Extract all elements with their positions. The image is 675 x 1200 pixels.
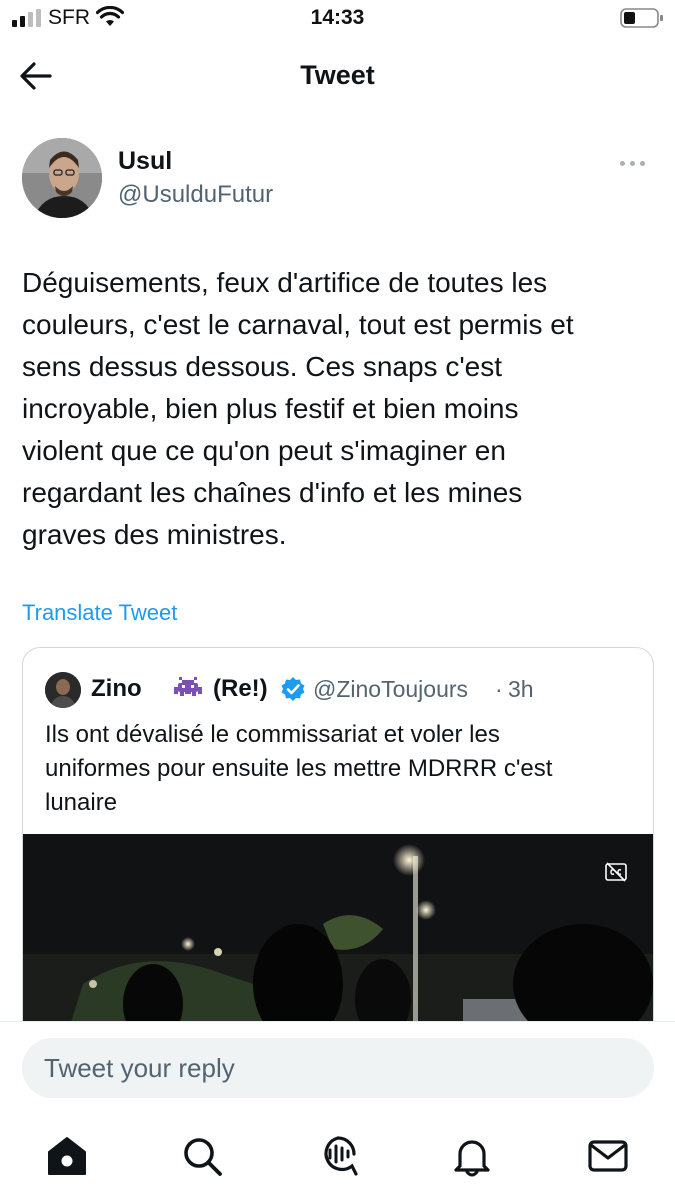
- page-title: Tweet: [300, 60, 375, 90]
- separator-dot: ·: [495, 676, 503, 702]
- quoted-avatar: [45, 672, 81, 708]
- top-navigation: Tweet: [0, 44, 675, 108]
- bottom-tab-bar: [0, 1122, 675, 1200]
- author-name[interactable]: Usul: [118, 147, 172, 176]
- author-handle[interactable]: @UsulduFutur: [118, 181, 273, 209]
- more-horizontal-icon: [640, 161, 645, 166]
- tweet-text: Déguisements, feux d'artifice de toutes …: [22, 262, 652, 556]
- notifications-icon: [454, 1140, 490, 1177]
- tweet-text-line: violent que ce qu'on peut s'imaginer en: [22, 435, 506, 466]
- tab-home[interactable]: [45, 1134, 89, 1178]
- quoted-avatar-image: [45, 672, 81, 708]
- tab-spaces[interactable]: [316, 1134, 360, 1178]
- status-bar: SFR 14:33: [0, 0, 675, 38]
- quoted-author-handle: @ZinoToujours: [313, 676, 469, 702]
- tab-search[interactable]: [180, 1134, 224, 1178]
- reply-input[interactable]: [22, 1038, 654, 1098]
- alien-monster-icon: [174, 677, 202, 696]
- quoted-author-name-suffix: (Re!): [213, 675, 268, 702]
- verified-badge-icon: [281, 677, 305, 701]
- quoted-text-line: uniformes pour ensuite les mettre MDRRR …: [45, 755, 553, 782]
- tweet-detail-screen: SFR 14:33 Tweet Usul @UsulduFutur Déguis…: [0, 0, 675, 1200]
- video-frame: [23, 834, 653, 1046]
- closed-captions-icon[interactable]: [605, 862, 627, 882]
- tweet-text-line: couleurs, c'est le carnaval, tout est pe…: [22, 309, 574, 340]
- battery-icon: [620, 8, 663, 28]
- quoted-tweet-text: Ils ont dévalisé le commissariat et vole…: [45, 718, 645, 820]
- tweet-text-line: sens dessus dessous. Ces snaps c'est: [22, 351, 503, 382]
- quoted-author-name: Zino: [91, 675, 142, 702]
- tweet-text-line: regardant les chaînes d'info et les mine…: [22, 477, 523, 508]
- tab-notifications[interactable]: [450, 1134, 494, 1178]
- translate-tweet-link[interactable]: Translate Tweet: [22, 600, 177, 626]
- quoted-tweet[interactable]: Zino (Re!) @ZinoToujours · 3h Ils ont dé…: [22, 647, 654, 1047]
- quoted-tweet-header: Zino (Re!) @ZinoToujours · 3h: [45, 672, 645, 708]
- messages-icon: [588, 1140, 628, 1172]
- more-horizontal-icon: [620, 161, 625, 166]
- quoted-video[interactable]: [23, 834, 653, 1046]
- reply-bar: [0, 1021, 675, 1121]
- avatar-image: [22, 138, 102, 218]
- more-horizontal-icon: [630, 161, 635, 166]
- avatar[interactable]: [22, 138, 102, 218]
- quoted-text-line: lunaire: [45, 789, 118, 816]
- tab-messages[interactable]: [586, 1134, 630, 1178]
- tweet-text-line: graves des ministres.: [22, 519, 287, 550]
- spaces-icon: [324, 1136, 358, 1176]
- search-icon: [184, 1138, 222, 1176]
- home-icon: [48, 1137, 86, 1175]
- more-options-button[interactable]: [620, 153, 654, 167]
- tweet-author: Usul @UsulduFutur: [22, 138, 662, 220]
- clock: 14:33: [310, 6, 365, 29]
- tweet-text-line: Déguisements, feux d'artifice de toutes …: [22, 267, 548, 298]
- quoted-text-line: Ils ont dévalisé le commissariat et vole…: [45, 721, 500, 748]
- tweet-text-line: incroyable, bien plus festif et bien moi…: [22, 393, 519, 424]
- quoted-timestamp: 3h: [508, 676, 534, 702]
